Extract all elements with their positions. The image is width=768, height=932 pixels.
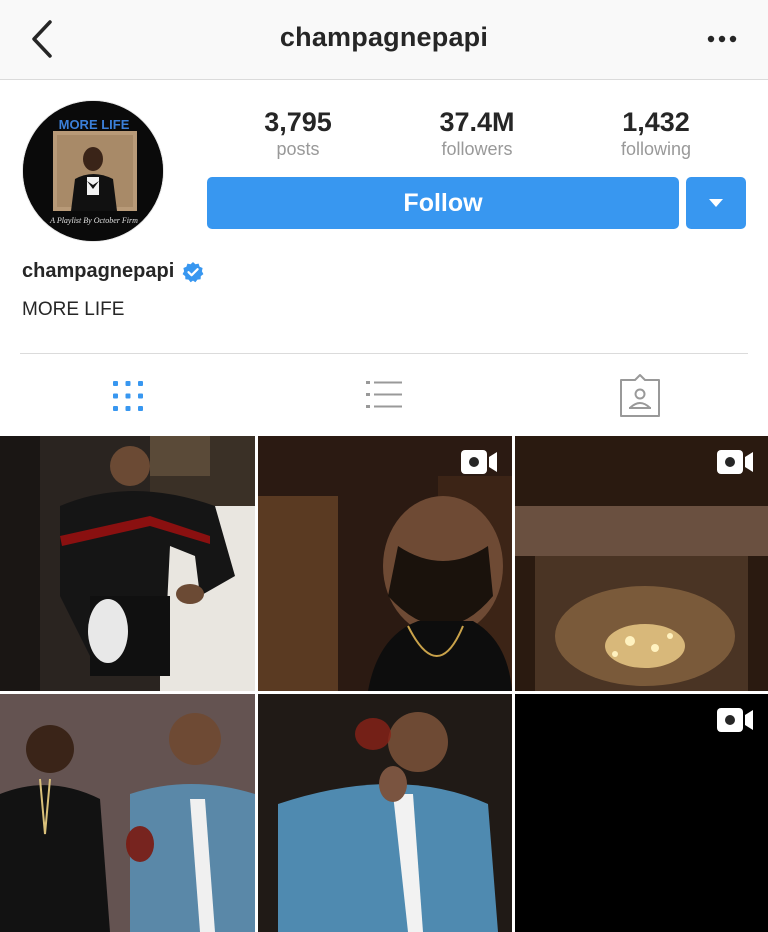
verified-badge-icon — [182, 261, 204, 282]
following-count: 1,432 — [622, 107, 690, 137]
grid-icon — [113, 381, 143, 411]
tagged-photos-icon — [620, 374, 660, 417]
post-thumbnail-6[interactable] — [515, 694, 768, 932]
list-icon — [366, 381, 402, 408]
tab-grid[interactable] — [104, 372, 152, 420]
avatar-subtitle-text: A Playlist By October Firm — [49, 216, 138, 225]
profile-avatar[interactable]: MORE LIFE A Playlist By October Firm — [22, 100, 164, 242]
stat-followers[interactable]: 37.4M followers — [392, 106, 562, 160]
follow-button[interactable]: Follow — [207, 177, 679, 229]
post-thumbnail-1[interactable] — [0, 436, 255, 691]
following-label: following — [620, 139, 692, 159]
suggestions-dropdown-button[interactable] — [686, 177, 746, 229]
caret-down-icon — [709, 199, 723, 207]
posts-label: posts — [276, 139, 320, 159]
tab-tagged[interactable] — [616, 372, 664, 420]
profile-name: champagnepapi — [22, 260, 175, 282]
video-icon — [717, 708, 753, 732]
followers-label: followers — [441, 139, 513, 159]
more-options-button[interactable] — [702, 28, 742, 50]
more-horizontal-icon — [707, 35, 737, 43]
tab-list[interactable] — [360, 372, 408, 420]
post-thumbnail-2[interactable] — [258, 436, 512, 691]
post-thumbnail-4[interactable] — [0, 694, 255, 932]
top-nav-bar: champagnepapi — [0, 0, 768, 80]
post-thumbnail-3[interactable] — [515, 436, 768, 691]
video-icon — [717, 450, 753, 474]
profile-name-row: champagnepapi — [22, 260, 204, 283]
posts-count: 3,795 — [264, 107, 332, 137]
stat-following[interactable]: 1,432 following — [571, 106, 741, 160]
avatar-title-text: MORE LIFE — [59, 117, 130, 132]
page-title: champagnepapi — [279, 22, 489, 52]
post-thumbnail-5[interactable] — [258, 694, 512, 932]
posts-grid — [0, 436, 768, 932]
profile-bio: MORE LIFE — [22, 299, 125, 320]
followers-count: 37.4M — [439, 107, 515, 137]
video-icon — [461, 450, 497, 474]
section-divider — [20, 353, 748, 354]
stat-posts[interactable]: 3,795 posts — [213, 106, 383, 160]
